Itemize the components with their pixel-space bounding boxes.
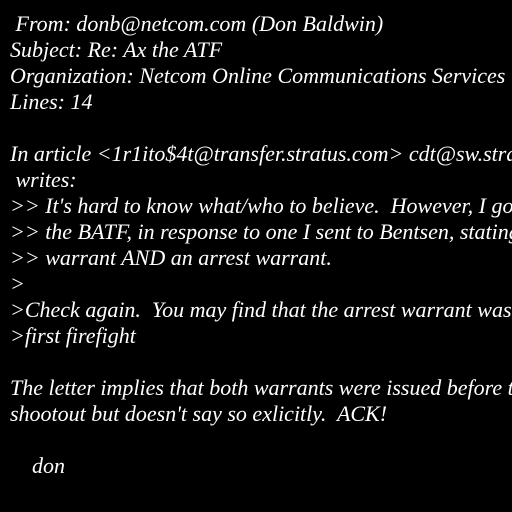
reply-line: shootout but doesn't say so exlicitly. A… bbox=[10, 401, 388, 426]
quoted-line: >first firefight bbox=[10, 323, 136, 348]
header-organization: Organization: Netcom Online Communicatio… bbox=[10, 63, 506, 88]
attribution-line: writes: bbox=[10, 167, 77, 192]
header-from: From: donb@netcom.com (Don Baldwin) bbox=[10, 11, 384, 36]
header-subject: Subject: Re: Ax the ATF bbox=[10, 37, 223, 62]
quoted-line: >> warrant AND an arrest warrant. bbox=[10, 245, 332, 270]
quoted-line: >> It's hard to know what/who to believe… bbox=[10, 193, 512, 218]
message-view: From: donb@netcom.com (Don Baldwin) Subj… bbox=[0, 0, 512, 512]
quoted-line: > bbox=[10, 271, 25, 296]
header-lines: Lines: 14 bbox=[10, 89, 93, 114]
reply-line: The letter implies that both warrants we… bbox=[10, 375, 512, 400]
quoted-line: >> the BATF, in response to one I sent t… bbox=[10, 219, 512, 244]
quoted-line: >Check again. You may find that the arre… bbox=[10, 297, 512, 322]
signature: don bbox=[10, 453, 65, 478]
attribution-line: In article <1r1ito$4t@transfer.stratus.c… bbox=[10, 141, 512, 166]
